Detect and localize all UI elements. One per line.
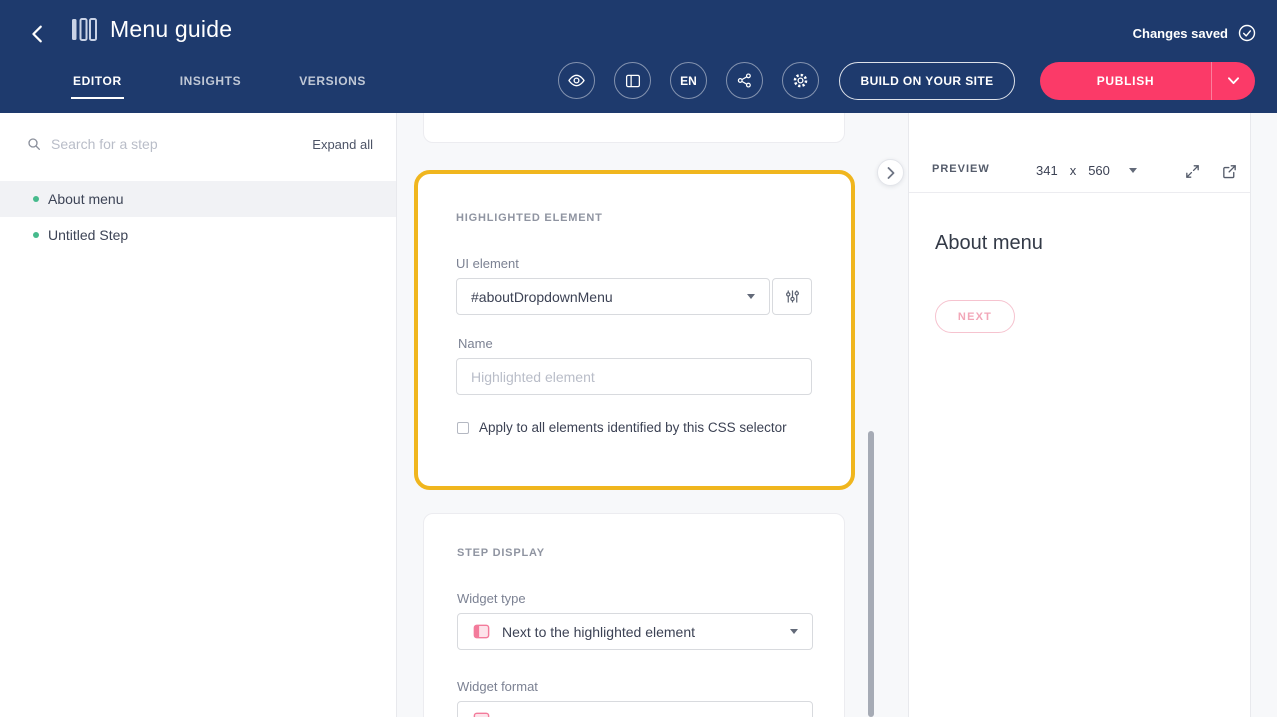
step-label: About menu	[48, 191, 124, 207]
chevron-down-icon	[1129, 168, 1137, 173]
open-in-new-tab-button[interactable]	[1216, 158, 1242, 184]
step-item-untitled-step[interactable]: Untitled Step	[0, 217, 396, 253]
apply-all-checkbox[interactable]	[457, 422, 469, 434]
widget-type-select[interactable]: Next to the highlighted element	[457, 613, 813, 650]
share-button[interactable]	[726, 62, 763, 99]
widget-format-icon	[472, 710, 491, 717]
chevron-right-icon	[887, 167, 895, 179]
previous-card-partial	[423, 113, 845, 143]
ui-element-value: #aboutDropdownMenu	[471, 289, 613, 305]
editor-pane: HIGHLIGHTED ELEMENT UI element #aboutDro…	[398, 113, 908, 717]
eye-icon	[567, 71, 586, 90]
chevron-down-icon	[1228, 77, 1239, 85]
publish-split-button: PUBLISH	[1040, 62, 1255, 100]
sidebar-header: Expand all	[0, 113, 396, 175]
widget-type-label: Widget type	[457, 591, 526, 606]
share-icon	[736, 72, 753, 89]
section-title: HIGHLIGHTED ELEMENT	[456, 212, 603, 224]
preview-height: 560	[1088, 163, 1110, 178]
ui-element-select[interactable]: #aboutDropdownMenu	[456, 278, 770, 315]
settings-button[interactable]	[782, 62, 819, 99]
preview-eye-button[interactable]	[558, 62, 595, 99]
step-bullet-icon	[33, 232, 39, 238]
widget-format-select[interactable]	[457, 701, 813, 717]
steps-sidebar: Expand all About menu Untitled Step	[0, 113, 397, 717]
preview-panel: PREVIEW 341 x 560 About menu NEXT	[908, 113, 1251, 717]
chevron-down-icon	[747, 294, 755, 299]
preview-fullscreen-button[interactable]	[1179, 158, 1205, 184]
layout-icon	[624, 72, 642, 90]
app-logo-icon	[70, 16, 97, 43]
widget-type-value: Next to the highlighted element	[502, 624, 695, 640]
preview-panel-toggle[interactable]	[877, 159, 904, 186]
build-on-your-site-button[interactable]: BUILD ON YOUR SITE	[839, 62, 1015, 100]
search-icon	[26, 136, 42, 152]
preview-width: 341	[1036, 163, 1058, 178]
chevron-left-icon	[27, 23, 49, 45]
layout-button[interactable]	[614, 62, 651, 99]
expand-icon	[1184, 163, 1201, 180]
back-button[interactable]	[24, 20, 52, 48]
step-item-about-menu[interactable]: About menu	[0, 181, 396, 217]
editor-scrollbar[interactable]	[868, 431, 874, 717]
step-label: Untitled Step	[48, 227, 128, 243]
highlighted-element-card: HIGHLIGHTED ELEMENT UI element #aboutDro…	[414, 170, 855, 490]
external-link-icon	[1221, 163, 1238, 180]
page-title: Menu guide	[110, 16, 232, 43]
section-title: STEP DISPLAY	[457, 547, 545, 559]
editor-tabs: EDITOR INSIGHTS VERSIONS	[71, 74, 368, 99]
preview-size-separator: x	[1070, 163, 1077, 178]
check-circle-icon	[1237, 23, 1257, 43]
widget-format-label: Widget format	[457, 679, 538, 694]
tab-insights[interactable]: INSIGHTS	[178, 74, 243, 99]
preview-title: PREVIEW	[932, 163, 990, 175]
step-search	[26, 136, 211, 152]
step-bullet-icon	[33, 196, 39, 202]
apply-all-label: Apply to all elements identified by this…	[479, 420, 787, 435]
apply-all-row: Apply to all elements identified by this…	[457, 420, 787, 435]
publish-button[interactable]: PUBLISH	[1040, 62, 1211, 100]
name-label: Name	[458, 336, 493, 351]
preview-next-button[interactable]: NEXT	[935, 300, 1015, 333]
ui-element-label: UI element	[456, 256, 519, 271]
preview-step-title: About menu	[935, 232, 1043, 255]
language-button[interactable]: EN	[670, 62, 707, 99]
selector-settings-button[interactable]	[772, 278, 812, 315]
tab-editor[interactable]: EDITOR	[71, 74, 124, 99]
language-badge: EN	[680, 74, 697, 88]
steps-list: About menu Untitled Step	[0, 181, 396, 253]
sliders-icon	[784, 288, 801, 305]
search-input[interactable]	[51, 136, 211, 152]
topbar-actions: EN	[558, 62, 819, 99]
app-root: Menu guide Changes saved EDITOR INSIGHTS…	[0, 0, 1277, 717]
publish-dropdown-button[interactable]	[1211, 62, 1255, 100]
tab-versions[interactable]: VERSIONS	[297, 74, 368, 99]
changes-saved-label: Changes saved	[1133, 26, 1228, 41]
topbar: Menu guide Changes saved EDITOR INSIGHTS…	[0, 0, 1277, 113]
changes-saved-status: Changes saved	[1133, 23, 1257, 43]
widget-type-icon	[472, 622, 491, 641]
gear-icon	[791, 71, 810, 90]
chevron-down-icon	[790, 629, 798, 634]
brand: Menu guide	[70, 16, 232, 43]
preview-header: PREVIEW 341 x 560	[909, 148, 1250, 193]
step-display-card: STEP DISPLAY Widget type Next to the hig…	[423, 513, 845, 717]
highlighted-element-name-input[interactable]	[456, 358, 812, 395]
expand-all-link[interactable]: Expand all	[312, 137, 373, 152]
preview-size-dropdown[interactable]: 341 x 560	[1036, 157, 1137, 183]
